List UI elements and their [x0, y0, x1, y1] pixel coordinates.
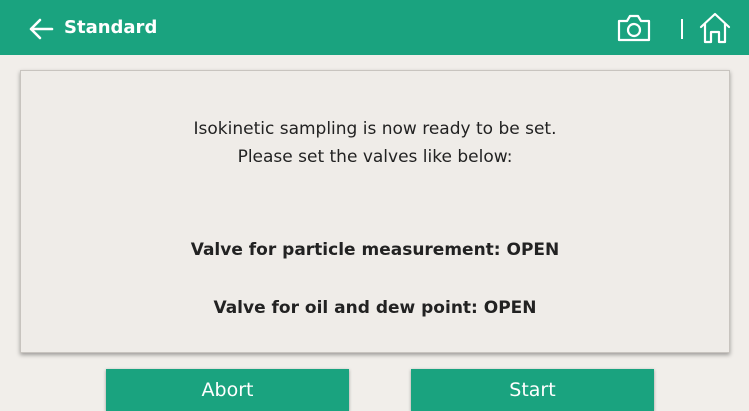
- instruction-text-line1: Isokinetic sampling is now ready to be s…: [193, 119, 557, 139]
- abort-button[interactable]: Abort: [106, 369, 349, 411]
- instruction-text-line2: Please set the valves like below:: [237, 147, 513, 167]
- start-button[interactable]: Start: [411, 369, 654, 411]
- camera-icon[interactable]: [615, 12, 653, 44]
- header-divider: [681, 19, 683, 39]
- top-bar: Standard: [0, 0, 749, 55]
- home-icon[interactable]: [698, 11, 732, 45]
- page-title: Standard: [64, 17, 158, 38]
- arrow-left-icon[interactable]: [28, 17, 54, 41]
- valve-particle-status: Valve for particle measurement: OPEN: [190, 240, 560, 260]
- valve-oil-status: Valve for oil and dew point: OPEN: [213, 298, 537, 318]
- message-dialog: Isokinetic sampling is now ready to be s…: [20, 70, 730, 353]
